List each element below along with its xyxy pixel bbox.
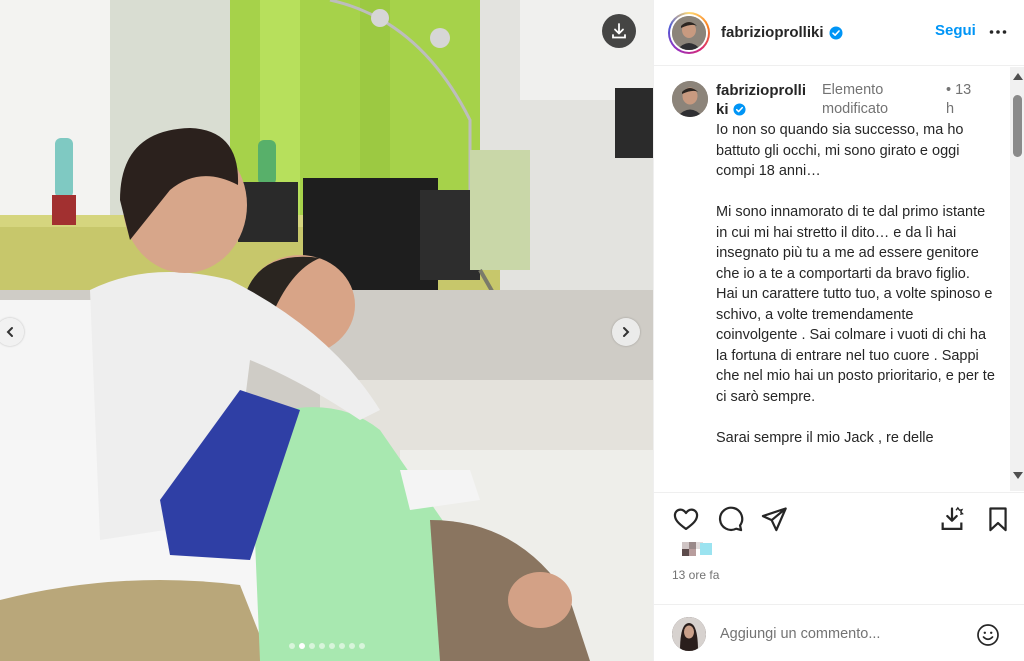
comment-composer — [654, 604, 1024, 661]
download-button[interactable] — [602, 14, 636, 48]
carousel-dot — [328, 643, 335, 649]
follow-button[interactable]: Segui — [935, 22, 976, 39]
post-header: fabrizioprolliki Segui — [654, 0, 1024, 66]
post-time[interactable]: • 13 h — [946, 81, 980, 119]
post-caption: Io non so quando sia successo, ma ho bat… — [716, 122, 995, 446]
emoji-button[interactable] — [976, 623, 1000, 647]
carousel-dot — [298, 643, 305, 649]
scroll-down-arrow[interactable] — [1013, 472, 1023, 479]
author-username[interactable]: fabrizioprolliki — [721, 24, 824, 41]
comment-button[interactable] — [716, 505, 744, 533]
scroll-up-arrow[interactable] — [1013, 73, 1023, 80]
save-to-collection-button[interactable] — [938, 505, 966, 533]
comment-input[interactable] — [720, 623, 960, 645]
carousel-indicator — [0, 643, 653, 649]
action-bar — [654, 492, 1024, 546]
emoji-icon — [977, 624, 999, 646]
carousel-dot — [358, 643, 365, 649]
post-date[interactable]: 13 ore fa — [672, 568, 719, 582]
comments-area[interactable]: fabrizioprolliki Elemento modificato • 1… — [654, 67, 1012, 491]
liker-avatar — [700, 543, 712, 555]
like-button[interactable] — [672, 505, 700, 533]
more-options-button[interactable] — [988, 22, 1008, 47]
carousel-dot — [338, 643, 345, 649]
download-icon — [612, 23, 626, 39]
verified-badge-icon — [733, 103, 746, 116]
comment-icon — [718, 506, 744, 532]
share-button[interactable] — [760, 505, 788, 533]
chevron-right-icon — [623, 327, 630, 337]
post-sidebar: fabrizioprolliki Segui fabrizioprolliki … — [653, 0, 1024, 661]
verified-badge-icon — [829, 26, 843, 39]
comments-scrollbar[interactable] — [1010, 67, 1024, 491]
next-slide-button[interactable] — [612, 318, 640, 346]
edited-label: Elemento modificato — [822, 82, 889, 117]
post-media[interactable] — [0, 0, 653, 661]
carousel-dot — [348, 643, 355, 649]
share-icon — [761, 507, 787, 532]
bookmark-button[interactable] — [984, 505, 1012, 533]
carousel-dot — [288, 643, 295, 649]
caption-author-avatar[interactable] — [672, 81, 708, 117]
bookmark-icon — [989, 507, 1007, 532]
author-avatar[interactable] — [668, 11, 710, 54]
scroll-thumb[interactable] — [1013, 95, 1022, 157]
save-collection-icon — [941, 506, 964, 531]
more-icon — [989, 30, 1007, 34]
current-user-avatar — [672, 617, 706, 651]
carousel-dot — [308, 643, 315, 649]
carousel-dot — [318, 643, 325, 649]
chevron-left-icon — [6, 327, 13, 337]
post-photo — [0, 0, 653, 661]
liked-by-avatars[interactable] — [672, 542, 712, 556]
caption-username[interactable]: fabrizioprolliki — [716, 81, 808, 119]
heart-icon — [673, 508, 699, 531]
